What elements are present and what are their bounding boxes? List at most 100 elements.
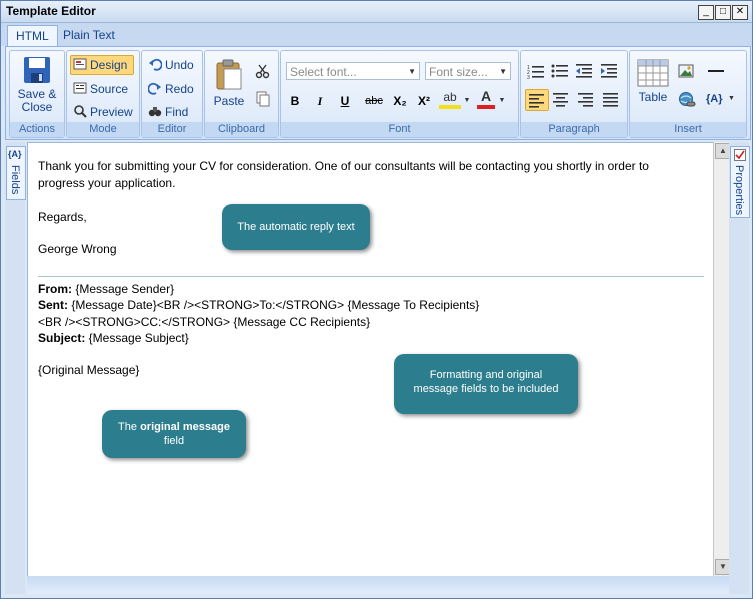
right-side-strip: Properties xyxy=(729,142,750,594)
close-button[interactable]: ✕ xyxy=(732,5,748,20)
font-select[interactable]: Select font... ▼ xyxy=(286,62,420,80)
callout-formatting-text: Formatting and original message fields t… xyxy=(394,354,578,396)
font-size-select-value: Font size... xyxy=(429,65,488,79)
chevron-down-icon[interactable]: ▼ xyxy=(462,91,472,111)
paste-button[interactable]: Paste xyxy=(209,59,249,108)
subject-label: Subject: xyxy=(38,331,86,345)
undo-button[interactable]: Undo xyxy=(148,57,194,72)
ribbon: Save & Close Actions Design Source Previ… xyxy=(5,46,751,140)
preview-button[interactable]: Preview xyxy=(73,104,133,119)
subject-value: {Message Subject} xyxy=(85,331,189,345)
callout-formatting: Formatting and original message fields t… xyxy=(394,354,578,414)
group-label-actions: Actions xyxy=(10,122,64,137)
original-message-field: {Original Message} xyxy=(38,363,140,377)
group-editor: Undo Redo Find Editor xyxy=(141,50,203,138)
group-label-clipboard: Clipboard xyxy=(205,122,278,137)
outdent-icon[interactable] xyxy=(576,63,594,82)
group-label-font: Font xyxy=(281,122,518,137)
magnifier-icon xyxy=(73,104,87,118)
tab-strip: HTML Plain Text xyxy=(1,23,752,46)
group-clipboard: Paste Clipboard xyxy=(204,50,279,138)
chevron-down-icon: ▼ xyxy=(499,67,507,76)
indent-icon[interactable] xyxy=(601,63,619,82)
from-value: {Message Sender} xyxy=(72,282,175,296)
design-icon xyxy=(73,57,87,71)
paste-label: Paste xyxy=(213,94,245,108)
source-icon xyxy=(73,81,87,95)
template-editor-window: Template Editor _ □ ✕ HTML Plain Text Sa… xyxy=(0,0,753,599)
hyperlink-icon[interactable] xyxy=(678,91,696,112)
chevron-down-icon[interactable]: ▼ xyxy=(497,91,507,111)
undo-label: Undo xyxy=(165,58,194,72)
horizontal-rule-icon[interactable] xyxy=(708,70,724,72)
image-icon[interactable] xyxy=(678,63,694,82)
group-insert: Table {A} ▼ Insert xyxy=(629,50,747,138)
group-label-mode: Mode xyxy=(67,122,139,137)
superscript-button[interactable]: X² xyxy=(413,91,435,111)
properties-tab[interactable]: Properties xyxy=(730,146,750,218)
callout-formatting-line-2: message fields to be included xyxy=(413,383,559,395)
highlight-button[interactable]: ab xyxy=(439,89,461,109)
callout-formatting-line-1: Formatting and original xyxy=(429,369,543,381)
insert-field-button[interactable]: {A} xyxy=(706,93,723,105)
callout-original-bold: original message xyxy=(140,421,230,433)
undo-icon xyxy=(148,57,163,71)
redo-icon xyxy=(147,81,162,95)
document-canvas[interactable]: Thank you for submitting your CV for con… xyxy=(27,142,715,578)
table-button[interactable]: Table xyxy=(635,59,671,104)
font-select-value: Select font... xyxy=(290,65,357,79)
group-paragraph: 123 Paragraph xyxy=(520,50,628,138)
svg-text:3: 3 xyxy=(527,75,530,79)
font-size-select[interactable]: Font size... ▼ xyxy=(425,62,511,80)
properties-tab-label: Properties xyxy=(733,165,745,216)
save-close-button[interactable]: Save & Close xyxy=(14,55,60,114)
callout-original-line-2: field xyxy=(163,435,185,447)
align-right-icon[interactable] xyxy=(577,91,595,112)
underline-button[interactable]: U xyxy=(335,91,355,111)
source-label: Source xyxy=(90,82,129,96)
fields-tab[interactable]: {A} Fields xyxy=(6,146,26,200)
bold-button[interactable]: B xyxy=(285,91,305,111)
save-close-label: Save & Close xyxy=(17,87,57,114)
maximize-button[interactable]: □ xyxy=(715,5,731,20)
callout-original-prefix: The xyxy=(118,421,141,433)
redo-button[interactable]: Redo xyxy=(147,81,194,96)
reply-text-line-2: progress your application. xyxy=(38,176,176,190)
from-line: From: {Message Sender} xyxy=(38,282,174,296)
strikethrough-button[interactable]: abc xyxy=(361,91,387,111)
find-button[interactable]: Find xyxy=(148,104,188,119)
sent-label: Sent: xyxy=(38,298,68,312)
find-label: Find xyxy=(165,105,189,119)
subject-line: Subject: {Message Subject} xyxy=(38,331,189,345)
callout-original-text: The original message field xyxy=(102,410,246,448)
bottom-bar xyxy=(27,576,729,594)
bulleted-list-icon[interactable] xyxy=(551,63,569,82)
signature-text: George Wrong xyxy=(38,242,117,256)
group-font: Select font... ▼ Font size... ▼ B I U ab… xyxy=(280,50,519,138)
sent-value: {Message Date}<BR /><STRONG>To:</STRONG>… xyxy=(68,298,480,312)
group-mode: Design Source Preview Mode xyxy=(66,50,140,138)
justify-icon[interactable] xyxy=(602,91,620,112)
vertical-scrollbar[interactable]: ▲ ▼ xyxy=(713,142,731,576)
italic-button[interactable]: I xyxy=(310,91,330,111)
subscript-button[interactable]: X₂ xyxy=(389,91,411,111)
callout-reply-text: The automatic reply text xyxy=(222,204,370,250)
minimize-button[interactable]: _ xyxy=(698,5,714,20)
table-label: Table xyxy=(638,90,668,104)
design-button[interactable]: Design xyxy=(70,55,134,75)
scissors-icon[interactable] xyxy=(255,63,271,82)
copy-icon[interactable] xyxy=(255,91,271,110)
separator-line xyxy=(38,276,704,277)
tab-plain-text[interactable]: Plain Text xyxy=(55,25,123,45)
source-button[interactable]: Source xyxy=(73,81,128,96)
tab-html[interactable]: HTML xyxy=(7,25,58,46)
callout-reply-label: The automatic reply text xyxy=(237,221,355,233)
font-color-button[interactable]: A xyxy=(477,88,495,109)
align-center-icon[interactable] xyxy=(552,91,570,112)
group-actions: Save & Close Actions xyxy=(9,50,65,138)
numbered-list-icon[interactable]: 123 xyxy=(527,63,545,82)
align-left-button[interactable] xyxy=(525,89,549,111)
title-bar: Template Editor _ □ ✕ xyxy=(1,1,752,23)
fields-tab-label: Fields xyxy=(9,165,21,195)
chevron-down-icon[interactable]: ▼ xyxy=(728,95,735,102)
